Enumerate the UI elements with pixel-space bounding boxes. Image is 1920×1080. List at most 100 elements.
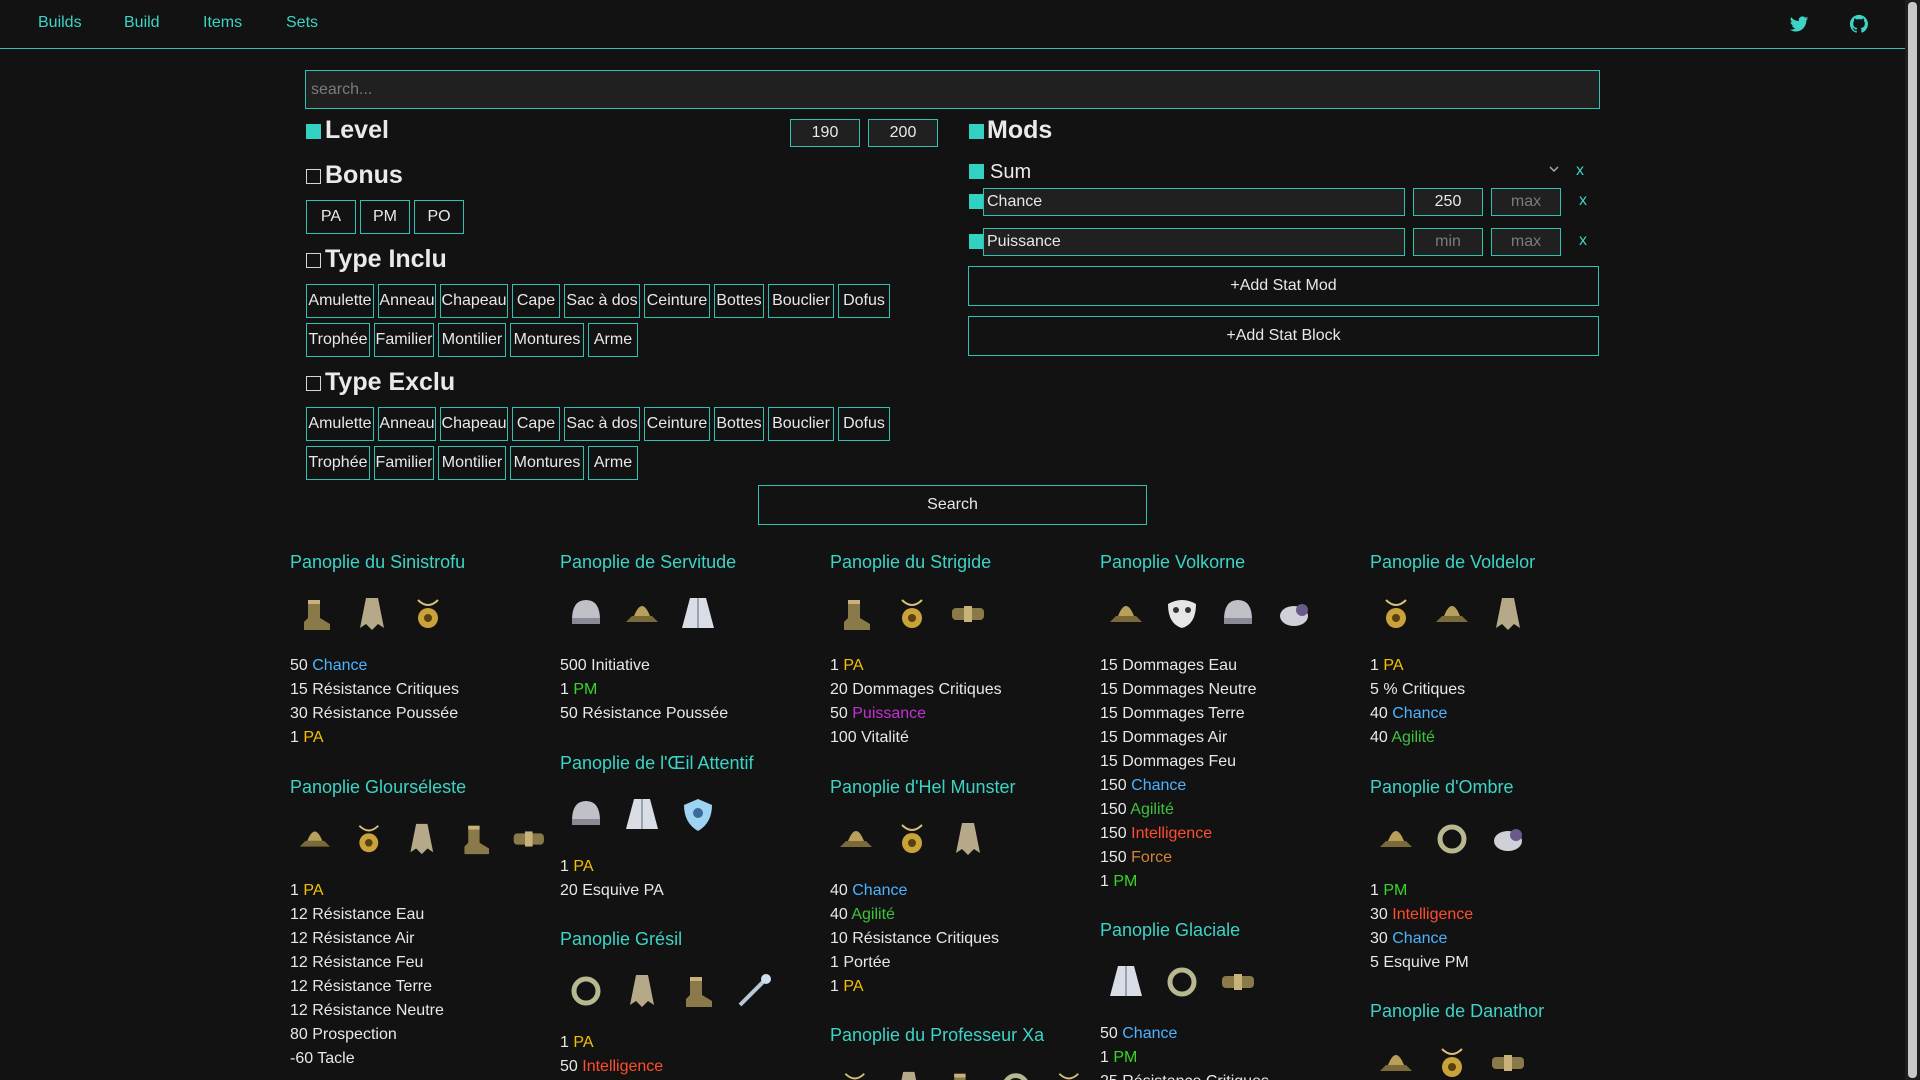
ring-icon[interactable] — [564, 969, 608, 1013]
mod-max-input-chance[interactable] — [1491, 188, 1561, 216]
type-exclu-chip-amulette[interactable]: Amulette — [306, 407, 374, 441]
set-title-link[interactable]: Panoplie du Sinistrofu — [290, 552, 550, 580]
set-title-link[interactable]: Panoplie d'Hel Munster — [830, 777, 1090, 805]
type-exclu-checkbox[interactable] — [306, 376, 321, 391]
set-title-link[interactable]: Panoplie Volkorne — [1100, 552, 1360, 580]
type-inclu-chip-cape[interactable]: Cape — [512, 284, 560, 318]
bonus-chip-pa[interactable]: PA — [306, 200, 356, 234]
nav-items-link[interactable]: Items — [203, 14, 242, 32]
boots-icon[interactable] — [455, 817, 497, 861]
belt-icon[interactable] — [946, 592, 990, 636]
mod-min-input-chance[interactable] — [1413, 188, 1483, 216]
type-inclu-chip-dofus[interactable]: Dofus — [838, 284, 890, 318]
set-title-link[interactable]: Panoplie de l'Œil Attentif — [560, 753, 820, 781]
type-inclu-chip-montures[interactable]: Montures — [510, 323, 584, 357]
nav-sets-link[interactable]: Sets — [286, 14, 318, 32]
amulet-icon[interactable] — [834, 1065, 876, 1080]
type-exclu-chip-bottes[interactable]: Bottes — [714, 407, 764, 441]
type-exclu-chip-montures[interactable]: Montures — [510, 446, 584, 480]
bonus-chip-po[interactable]: PO — [414, 200, 464, 234]
level-checkbox[interactable] — [306, 124, 321, 139]
type-exclu-chip-trophée[interactable]: Trophée — [306, 446, 370, 480]
github-icon[interactable] — [1849, 14, 1869, 34]
type-inclu-chip-bottes[interactable]: Bottes — [714, 284, 764, 318]
hat-icon[interactable] — [1104, 592, 1148, 636]
helmet-icon[interactable] — [564, 592, 608, 636]
twitter-icon[interactable] — [1789, 14, 1809, 34]
bonus-chip-pm[interactable]: PM — [360, 200, 410, 234]
pet-icon[interactable] — [1272, 592, 1316, 636]
hat-icon[interactable] — [1374, 1041, 1418, 1080]
chance-mod-checkbox[interactable] — [969, 194, 984, 209]
type-exclu-chip-anneau[interactable]: Anneau — [378, 407, 436, 441]
level-max-input[interactable] — [868, 119, 938, 147]
set-title-link[interactable]: Panoplie de Voldelor — [1370, 552, 1630, 580]
type-inclu-chip-sac-à-dos[interactable]: Sac à dos — [564, 284, 640, 318]
set-title-link[interactable]: Panoplie Glaciale — [1100, 920, 1360, 948]
remove-puissance-mod-button[interactable]: x — [1579, 232, 1587, 250]
hat-icon[interactable] — [620, 592, 664, 636]
cape-icon[interactable] — [946, 817, 990, 861]
type-exclu-chip-familier[interactable]: Familier — [374, 446, 434, 480]
type-exclu-chip-chapeau[interactable]: Chapeau — [440, 407, 508, 441]
type-inclu-chip-anneau[interactable]: Anneau — [378, 284, 436, 318]
type-inclu-chip-trophée[interactable]: Trophée — [306, 323, 370, 357]
type-inclu-chip-montilier[interactable]: Montilier — [438, 323, 506, 357]
belt-icon[interactable] — [1486, 1041, 1530, 1080]
set-title-link[interactable]: Panoplie du Strigide — [830, 552, 1090, 580]
remove-sum-button[interactable]: x — [1576, 162, 1584, 180]
cloak-icon[interactable] — [1104, 960, 1148, 1004]
hat-icon[interactable] — [1430, 592, 1474, 636]
pet-icon[interactable] — [1486, 817, 1530, 861]
set-title-link[interactable]: Panoplie d'Ombre — [1370, 777, 1630, 805]
amulet-icon[interactable] — [890, 817, 934, 861]
type-exclu-chip-arme[interactable]: Arme — [588, 446, 638, 480]
cloak-icon[interactable] — [676, 592, 720, 636]
boots-icon[interactable] — [941, 1065, 983, 1080]
type-inclu-chip-chapeau[interactable]: Chapeau — [440, 284, 508, 318]
mods-checkbox[interactable] — [969, 124, 984, 139]
type-inclu-chip-bouclier[interactable]: Bouclier — [768, 284, 834, 318]
hat-icon[interactable] — [1374, 817, 1418, 861]
sum-checkbox[interactable] — [969, 164, 984, 179]
nav-builds-link[interactable]: Builds — [38, 14, 82, 32]
boots-icon[interactable] — [676, 969, 720, 1013]
set-title-link[interactable]: Panoplie Glourséleste — [290, 777, 550, 805]
type-inclu-chip-amulette[interactable]: Amulette — [306, 284, 374, 318]
page-scrollbar[interactable] — [1905, 0, 1920, 1080]
puissance-mod-checkbox[interactable] — [969, 234, 984, 249]
set-title-link[interactable]: Panoplie de Servitude — [560, 552, 820, 580]
cape-icon[interactable] — [350, 592, 394, 636]
amulet-icon[interactable] — [1374, 592, 1418, 636]
mod-stat-input-chance[interactable] — [983, 188, 1405, 216]
add-stat-block-button[interactable]: +Add Stat Block — [968, 316, 1599, 356]
amulet-icon[interactable] — [348, 817, 390, 861]
cape-icon[interactable] — [1486, 592, 1530, 636]
belt-icon[interactable] — [508, 817, 550, 861]
bonus-checkbox[interactable] — [306, 169, 321, 184]
search-input[interactable] — [305, 70, 1600, 109]
cape-icon[interactable] — [888, 1065, 930, 1080]
shield-icon[interactable] — [676, 793, 720, 837]
helmet-icon[interactable] — [564, 793, 608, 837]
amulet-icon[interactable] — [890, 592, 934, 636]
boots-icon[interactable] — [834, 592, 878, 636]
cloak-icon[interactable] — [620, 793, 664, 837]
type-exclu-chip-dofus[interactable]: Dofus — [838, 407, 890, 441]
search-button[interactable]: Search — [758, 485, 1147, 525]
mod-stat-input-puissance[interactable] — [983, 228, 1405, 256]
hat-icon[interactable] — [294, 817, 336, 861]
mask-icon[interactable] — [1160, 592, 1204, 636]
sum-select[interactable]: Sum — [990, 161, 1031, 184]
mod-max-input-puissance[interactable] — [1491, 228, 1561, 256]
type-exclu-chip-ceinture[interactable]: Ceinture — [644, 407, 710, 441]
cape-icon[interactable] — [401, 817, 443, 861]
type-exclu-chip-sac-à-dos[interactable]: Sac à dos — [564, 407, 640, 441]
type-inclu-checkbox[interactable] — [306, 253, 321, 268]
mod-min-input-puissance[interactable] — [1413, 228, 1483, 256]
ring-icon[interactable] — [1430, 817, 1474, 861]
add-stat-mod-button[interactable]: +Add Stat Mod — [968, 266, 1599, 306]
ring-icon[interactable] — [995, 1065, 1037, 1080]
type-inclu-chip-arme[interactable]: Arme — [588, 323, 638, 357]
belt-icon[interactable] — [1216, 960, 1260, 1004]
